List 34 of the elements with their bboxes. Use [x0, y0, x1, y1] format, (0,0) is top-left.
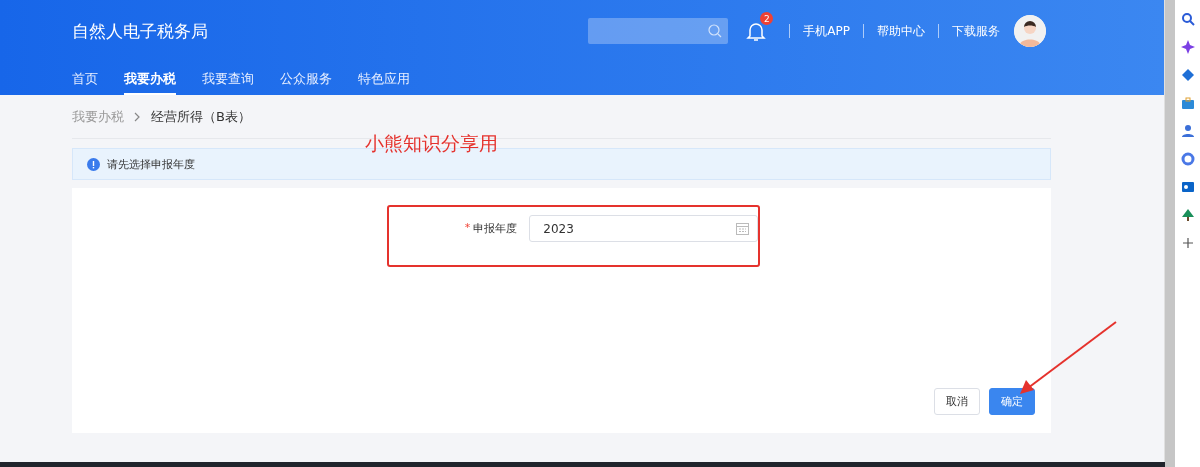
diamond-icon[interactable] — [1180, 68, 1195, 82]
chevron-icon — [134, 111, 141, 122]
header-link[interactable]: 帮助中心 — [877, 22, 926, 40]
plus-icon[interactable] — [1180, 236, 1195, 250]
breadcrumb-item[interactable]: 我要办税 — [72, 107, 124, 126]
alert-text: 请先选择申报年度 — [107, 156, 195, 172]
avatar-icon[interactable] — [1014, 15, 1047, 47]
mail-icon[interactable] — [1180, 180, 1195, 194]
search-field[interactable] — [588, 18, 729, 44]
nav-tab[interactable]: 我要查询 — [202, 62, 254, 95]
header-link[interactable]: 下载服务 — [952, 22, 1001, 40]
tree-icon[interactable] — [1180, 208, 1195, 222]
confirm-button[interactable]: 确定 — [989, 388, 1036, 415]
cancel-button[interactable]: 取消 — [934, 388, 981, 415]
search-icon[interactable] — [1180, 12, 1195, 26]
circle-icon[interactable] — [1180, 152, 1195, 166]
year-field[interactable]: 2023 — [529, 215, 759, 242]
person-icon[interactable] — [1180, 124, 1195, 138]
nav-tab[interactable]: 特色应用 — [358, 62, 410, 95]
briefcase-icon[interactable] — [1180, 96, 1195, 110]
site-title: 自然人电子税务局 — [72, 19, 209, 43]
breadcrumb-item: 经营所得（B表） — [151, 107, 251, 126]
scrollbar[interactable] — [1164, 0, 1175, 467]
header-link[interactable]: 手机APP — [803, 22, 851, 40]
info-icon — [87, 157, 100, 171]
nav-tab[interactable]: 公众服务 — [280, 62, 332, 95]
bell-icon[interactable] — [746, 20, 767, 42]
notification-badge: 2 — [760, 12, 774, 25]
nav-tab[interactable]: 首页 — [72, 62, 98, 95]
required-mark: * — [464, 221, 471, 236]
field-label: 申报年度 — [473, 221, 518, 236]
sparkle-icon[interactable] — [1180, 40, 1195, 54]
nav-tab[interactable]: 我要办税 — [124, 62, 176, 95]
annotation-text: 小熊知识分享用 — [365, 131, 498, 156]
